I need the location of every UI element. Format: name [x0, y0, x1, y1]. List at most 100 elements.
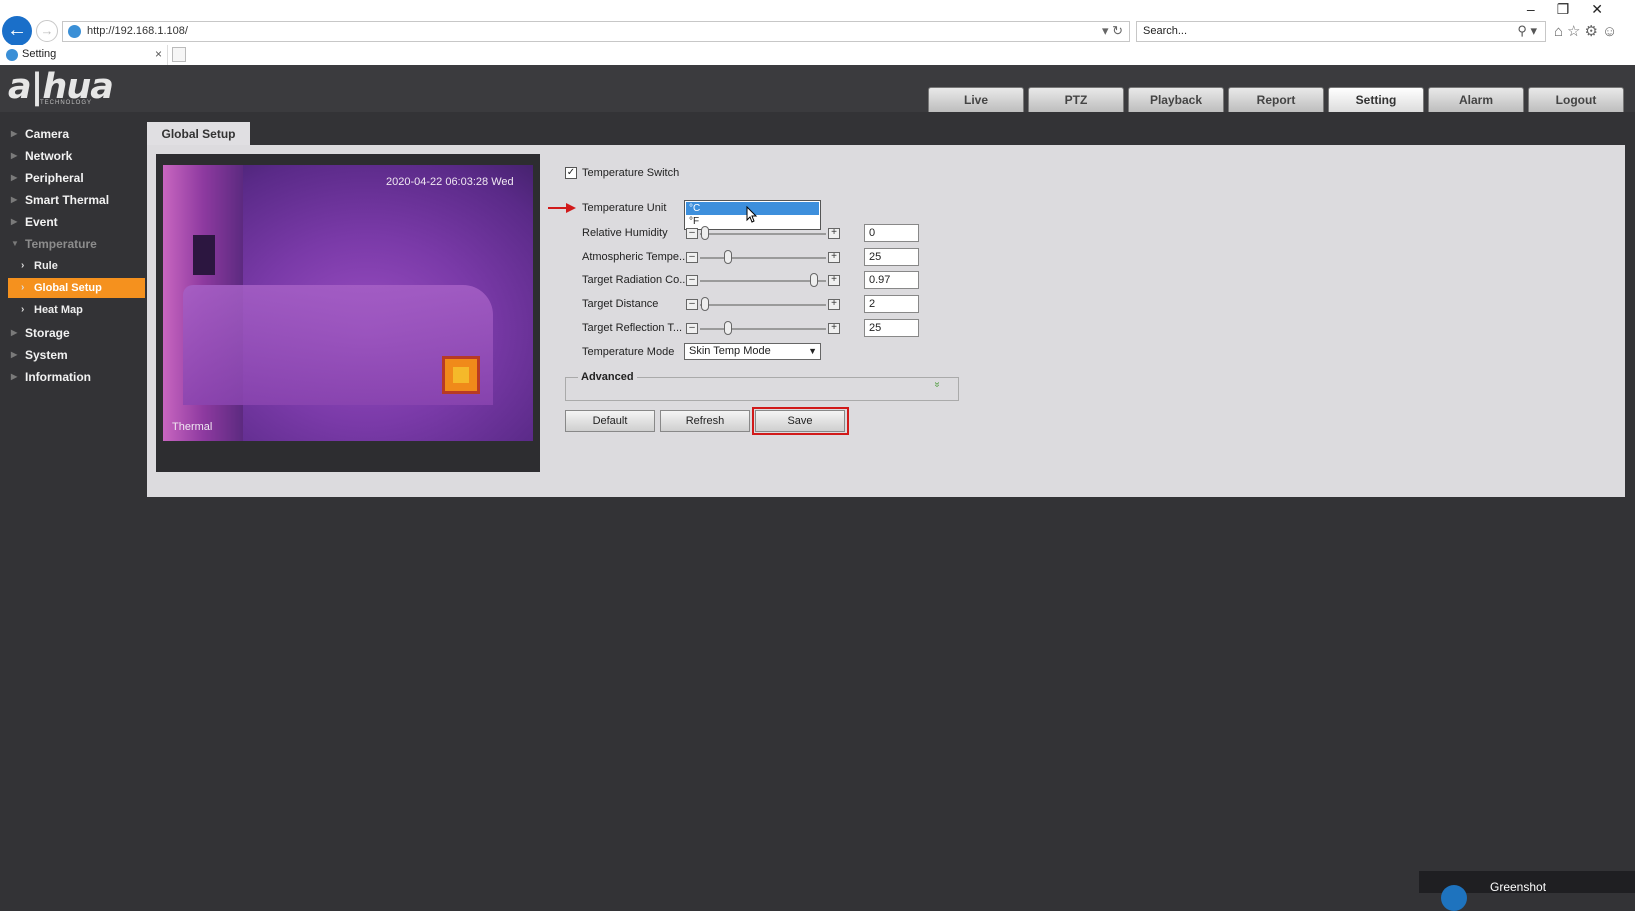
nav-tab-live[interactable]: Live: [928, 87, 1024, 112]
sidebar-item-event[interactable]: ▶ Event: [0, 211, 145, 233]
target-distance-label: Target Distance: [582, 298, 659, 310]
target-radiation-label: Target Radiation Co...: [582, 274, 689, 286]
chevron-right-icon: ▶: [11, 328, 18, 337]
refresh-icon[interactable]: ▾ ↻: [1102, 23, 1123, 39]
sidebar-item-network[interactable]: ▶ Network: [0, 145, 145, 167]
target-reflection-thumb[interactable]: [724, 321, 732, 335]
expand-chevron-icon[interactable]: »: [931, 382, 942, 388]
sidebar-item-label: Camera: [25, 127, 70, 141]
temperature-switch-checkbox[interactable]: ✓: [565, 167, 577, 179]
chevron-right-icon: ▶: [11, 350, 18, 359]
nav-tab-ptz[interactable]: PTZ: [1028, 87, 1124, 112]
sidebar-sub-label: Heat Map: [34, 304, 83, 316]
target-distance-input[interactable]: 2: [864, 295, 919, 313]
nav-tab-setting[interactable]: Setting: [1328, 87, 1424, 112]
relative-humidity-track[interactable]: [700, 233, 826, 235]
chevron-down-icon: ▼: [808, 346, 817, 356]
target-reflection-input[interactable]: 25: [864, 319, 919, 337]
app-header: a|hua TECHNOLOGY Live PTZ Playback Repor…: [0, 65, 1635, 112]
tab-favicon-icon: [6, 49, 18, 61]
thermal-hotspot: [442, 356, 480, 394]
target-distance-track[interactable]: [700, 304, 826, 306]
window-controls[interactable]: –❐✕: [1527, 1, 1625, 18]
atmospheric-temp-track[interactable]: [700, 257, 826, 259]
temperature-mode-select[interactable]: Skin Temp Mode ▼: [684, 343, 821, 360]
chevron-down-icon: ▼: [11, 239, 19, 248]
save-highlight-annotation: [752, 407, 849, 435]
sidebar-item-smart-thermal[interactable]: ▶ Smart Thermal: [0, 189, 145, 211]
target-distance-thumb[interactable]: [701, 297, 709, 311]
sidebar-item-label: Smart Thermal: [25, 193, 110, 207]
greenshot-notification[interactable]: Greenshot: [1419, 871, 1635, 911]
target-reflection-label: Target Reflection T...: [582, 322, 683, 334]
sidebar-item-temperature[interactable]: ▼ Temperature: [0, 233, 145, 255]
tab-close-icon[interactable]: ×: [155, 47, 162, 61]
temperature-mode-value: Skin Temp Mode: [689, 345, 771, 357]
back-arrow-icon[interactable]: ←: [2, 16, 32, 46]
target-radiation-input[interactable]: 0.97: [864, 271, 919, 289]
target-reflection-increase[interactable]: +: [828, 323, 840, 334]
preview-channel-label: Thermal: [172, 421, 213, 433]
browser-search-input[interactable]: Search... ⚲ ▾: [1136, 21, 1546, 42]
sidebar-item-label: Network: [25, 149, 73, 163]
relative-humidity-increase[interactable]: +: [828, 228, 840, 239]
atmospheric-temp-increase[interactable]: +: [828, 252, 840, 263]
sidebar-item-label: Storage: [25, 326, 70, 340]
sidebar-sub-rule[interactable]: › Rule: [8, 256, 145, 276]
tab-title: Setting: [22, 48, 57, 60]
nav-tab-playback[interactable]: Playback: [1128, 87, 1224, 112]
target-radiation-thumb[interactable]: [810, 273, 818, 287]
browser-toolbar-icons[interactable]: ⌂☆⚙☺: [1554, 22, 1621, 40]
relative-humidity-decrease[interactable]: –: [686, 228, 698, 239]
search-icon[interactable]: ⚲ ▾: [1517, 23, 1537, 39]
refresh-button[interactable]: Refresh: [660, 410, 750, 432]
sidebar-item-peripheral[interactable]: ▶ Peripheral: [0, 167, 145, 189]
chevron-right-icon: ›: [21, 282, 25, 293]
target-radiation-increase[interactable]: +: [828, 275, 840, 286]
nav-tab-logout[interactable]: Logout: [1528, 87, 1624, 112]
relative-humidity-label: Relative Humidity: [582, 227, 668, 239]
chevron-right-icon: ▶: [11, 195, 18, 204]
address-url[interactable]: http://192.168.1.108/: [87, 25, 188, 37]
nav-tab-alarm[interactable]: Alarm: [1428, 87, 1524, 112]
preview-timestamp: 2020-04-22 06:03:28 Wed: [386, 176, 514, 188]
target-reflection-decrease[interactable]: –: [686, 323, 698, 334]
ie-page-icon: [68, 25, 81, 38]
greenshot-label: Greenshot: [1490, 880, 1547, 894]
temperature-switch-label: Temperature Switch: [582, 167, 680, 179]
sidebar-item-label: Peripheral: [25, 171, 84, 185]
tab-global-setup[interactable]: Global Setup: [147, 122, 250, 146]
target-radiation-decrease[interactable]: –: [686, 275, 698, 286]
target-distance-increase[interactable]: +: [828, 299, 840, 310]
chevron-right-icon: ▶: [11, 372, 18, 381]
sidebar-sub-heat-map[interactable]: › Heat Map: [8, 300, 145, 320]
target-distance-decrease[interactable]: –: [686, 299, 698, 310]
mouse-cursor-icon: [746, 206, 758, 223]
chevron-right-icon: ›: [21, 260, 25, 271]
forward-arrow-icon[interactable]: →: [36, 20, 58, 42]
default-button[interactable]: Default: [565, 410, 655, 432]
address-bar[interactable]: http://192.168.1.108/ ▾ ↻: [62, 21, 1130, 42]
temperature-mode-label: Temperature Mode: [582, 346, 675, 358]
sidebar-item-information[interactable]: ▶ Information: [0, 366, 145, 388]
relative-humidity-input[interactable]: 0: [864, 224, 919, 242]
atmospheric-temp-thumb[interactable]: [724, 250, 732, 264]
atmospheric-temp-decrease[interactable]: –: [686, 252, 698, 263]
sidebar-item-camera[interactable]: ▶ Camera: [0, 123, 145, 145]
atmospheric-temp-input[interactable]: 25: [864, 248, 919, 266]
temperature-unit-label: Temperature Unit: [582, 202, 667, 214]
relative-humidity-thumb[interactable]: [701, 226, 709, 240]
sidebar-sub-label: Global Setup: [34, 282, 102, 294]
sidebar-item-storage[interactable]: ▶ Storage: [0, 322, 145, 344]
target-reflection-track[interactable]: [700, 328, 826, 330]
thermal-door: [193, 235, 215, 275]
new-tab-icon[interactable]: [172, 47, 186, 62]
browser-tab-setting[interactable]: Setting ×: [3, 45, 168, 65]
target-radiation-track[interactable]: [700, 280, 826, 282]
sidebar-sub-global-setup[interactable]: › Global Setup: [8, 278, 145, 298]
sidebar-item-system[interactable]: ▶ System: [0, 344, 145, 366]
browser-chrome: ← → http://192.168.1.108/ ▾ ↻ Search... …: [0, 0, 1635, 65]
nav-tab-report[interactable]: Report: [1228, 87, 1324, 112]
chevron-right-icon: ▶: [11, 217, 18, 226]
sidebar-item-label: Temperature: [25, 237, 97, 251]
